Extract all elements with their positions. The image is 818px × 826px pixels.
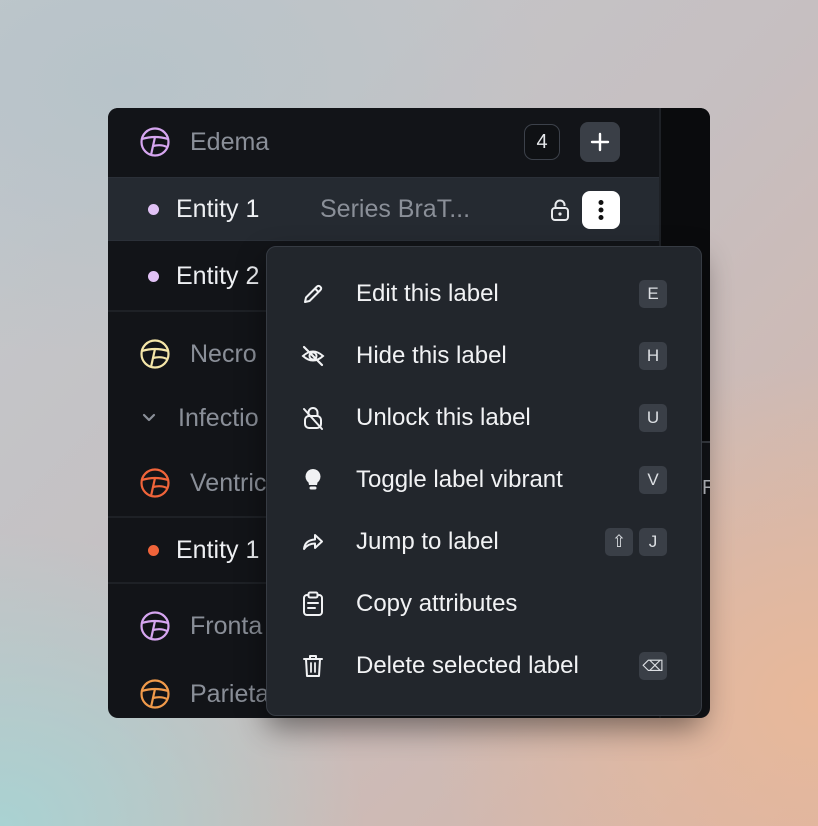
unlock-icon[interactable]	[549, 198, 571, 222]
menu-item-label: Unlock this label	[356, 404, 531, 431]
plus-icon	[590, 132, 610, 152]
brain-region-icon	[140, 127, 170, 157]
menu-item-label: Toggle label vibrant	[356, 466, 563, 493]
menu-item-hide-label[interactable]: Hide this label H	[267, 325, 700, 387]
trash-icon	[300, 653, 326, 679]
menu-item-label: Jump to label	[356, 528, 499, 555]
menu-item-label: Delete selected label	[356, 652, 579, 679]
menu-item-jump-to-label[interactable]: Jump to label ⇧ J	[267, 511, 700, 573]
pencil-icon	[300, 281, 326, 307]
share-arrow-icon	[300, 529, 326, 555]
brain-region-icon	[140, 339, 170, 369]
group-label: Parieta	[190, 679, 270, 708]
entity-color-dot	[148, 203, 159, 215]
menu-item-toggle-vibrant[interactable]: Toggle label vibrant V	[267, 449, 700, 511]
shortcut-key: U	[639, 404, 667, 432]
unlock-icon	[300, 405, 326, 431]
entity-count-badge: 4	[524, 124, 560, 160]
backspace-key-icon: ⌫	[639, 652, 667, 680]
brain-region-icon	[140, 468, 170, 498]
brain-region-icon	[140, 679, 170, 709]
entity-color-dot	[148, 544, 159, 556]
more-vertical-icon	[598, 200, 604, 220]
group-label: Infectio	[178, 403, 259, 432]
menu-item-edit-label[interactable]: Edit this label E	[267, 263, 700, 325]
group-label: Fronta	[190, 611, 263, 640]
shortcut-key: J	[639, 528, 667, 556]
eye-off-icon	[300, 343, 326, 369]
brain-region-icon	[140, 611, 170, 641]
shortcut-key: V	[639, 466, 667, 494]
more-options-button[interactable]	[582, 191, 620, 229]
entity-series: Series BraT...	[320, 194, 471, 223]
clipboard-icon	[300, 591, 326, 617]
menu-item-label: Edit this label	[356, 280, 499, 307]
context-menu: Edit this label E Hide this label H Unlo…	[266, 246, 702, 716]
chevron-down-icon[interactable]	[141, 412, 157, 424]
menu-item-unlock-label[interactable]: Unlock this label U	[267, 387, 700, 449]
menu-item-copy-attributes[interactable]: Copy attributes	[267, 573, 700, 635]
entity-color-dot	[148, 270, 159, 282]
entity-label: Entity 1	[176, 194, 260, 223]
add-entity-button[interactable]	[580, 122, 620, 162]
entity-label: Entity 2	[176, 261, 260, 290]
menu-item-label: Hide this label	[356, 342, 507, 369]
group-label: Edema	[190, 127, 270, 156]
shift-key-icon: ⇧	[605, 528, 633, 556]
lightbulb-icon	[300, 467, 326, 493]
menu-item-delete-label[interactable]: Delete selected label ⌫	[267, 635, 700, 697]
group-label: Necro	[190, 339, 257, 368]
shortcut-key: E	[639, 280, 667, 308]
shortcut-key: H	[639, 342, 667, 370]
group-row-edema[interactable]: Edema 4	[108, 108, 659, 176]
group-label: Ventric	[190, 468, 267, 497]
entity-row-selected[interactable]: Entity 1 Series BraT...	[108, 177, 659, 241]
entity-label: Entity 1	[176, 535, 260, 564]
menu-item-label: Copy attributes	[356, 590, 518, 617]
viewport-text-fragment: R	[702, 477, 710, 499]
